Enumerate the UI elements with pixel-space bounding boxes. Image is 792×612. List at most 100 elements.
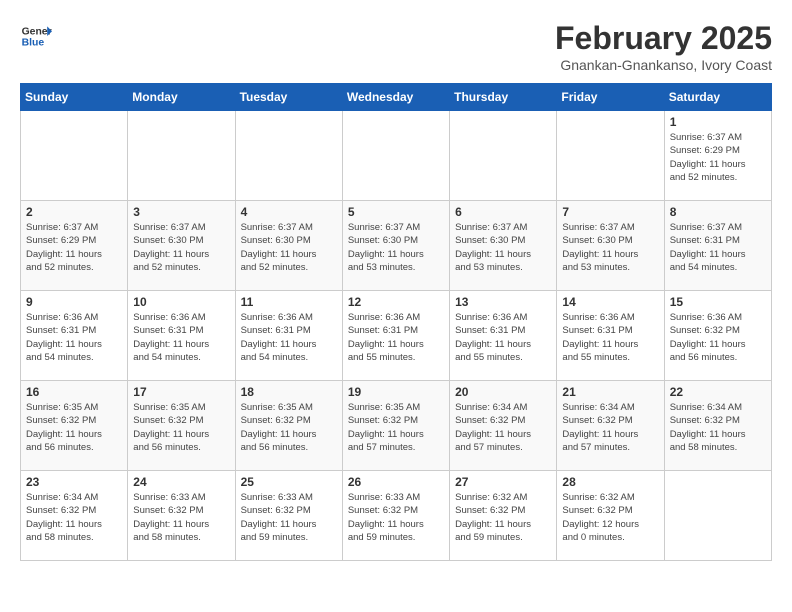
calendar-cell: 5 Sunrise: 6:37 AM Sunset: 6:30 PM Daylig… [342,201,449,291]
header-tuesday: Tuesday [235,84,342,111]
calendar-cell: 17 Sunrise: 6:35 AM Sunset: 6:32 PM Dayli… [128,381,235,471]
day-number: 4 [241,205,337,219]
header-wednesday: Wednesday [342,84,449,111]
day-info: Sunrise: 6:35 AM Sunset: 6:32 PM Dayligh… [241,401,337,454]
calendar-cell: 21 Sunrise: 6:34 AM Sunset: 6:32 PM Dayli… [557,381,664,471]
day-info: Sunrise: 6:36 AM Sunset: 6:32 PM Dayligh… [670,311,766,364]
calendar-cell: 13 Sunrise: 6:36 AM Sunset: 6:31 PM Dayli… [450,291,557,381]
calendar-cell: 10 Sunrise: 6:36 AM Sunset: 6:31 PM Dayli… [128,291,235,381]
day-info: Sunrise: 6:36 AM Sunset: 6:31 PM Dayligh… [241,311,337,364]
day-info: Sunrise: 6:32 AM Sunset: 6:32 PM Dayligh… [562,491,658,544]
calendar-cell: 2Sunrise: 6:37 AM Sunset: 6:29 PM Daylig… [21,201,128,291]
calendar-cell: 25 Sunrise: 6:33 AM Sunset: 6:32 PM Dayli… [235,471,342,561]
day-number: 10 [133,295,229,309]
day-number: 8 [670,205,766,219]
day-info: Sunrise: 6:37 AM Sunset: 6:30 PM Dayligh… [348,221,444,274]
day-info: Sunrise: 6:36 AM Sunset: 6:31 PM Dayligh… [562,311,658,364]
calendar-cell: 28Sunrise: 6:32 AM Sunset: 6:32 PM Dayli… [557,471,664,561]
day-number: 6 [455,205,551,219]
calendar-cell: 23 Sunrise: 6:34 AM Sunset: 6:32 PM Dayli… [21,471,128,561]
logo: General Blue [20,20,52,52]
day-number: 20 [455,385,551,399]
day-info: Sunrise: 6:34 AM Sunset: 6:32 PM Dayligh… [26,491,122,544]
day-number: 5 [348,205,444,219]
calendar-cell [21,111,128,201]
calendar-cell [450,111,557,201]
header-saturday: Saturday [664,84,771,111]
calendar-cell: 24 Sunrise: 6:33 AM Sunset: 6:32 PM Dayli… [128,471,235,561]
day-info: Sunrise: 6:37 AM Sunset: 6:30 PM Dayligh… [562,221,658,274]
day-info: Sunrise: 6:36 AM Sunset: 6:31 PM Dayligh… [26,311,122,364]
day-number: 16 [26,385,122,399]
calendar-cell: 16 Sunrise: 6:35 AM Sunset: 6:32 PM Dayli… [21,381,128,471]
month-title: February 2025 [555,20,772,57]
day-info: Sunrise: 6:34 AM Sunset: 6:32 PM Dayligh… [670,401,766,454]
calendar-cell: 1 Sunrise: 6:37 AM Sunset: 6:29 PM Daylig… [664,111,771,201]
location: Gnankan-Gnankanso, Ivory Coast [555,57,772,73]
calendar-cell [235,111,342,201]
calendar-cell: 14Sunrise: 6:36 AM Sunset: 6:31 PM Dayli… [557,291,664,381]
day-number: 21 [562,385,658,399]
day-number: 13 [455,295,551,309]
week-row-1: 2Sunrise: 6:37 AM Sunset: 6:29 PM Daylig… [21,201,772,291]
calendar-cell: 20 Sunrise: 6:34 AM Sunset: 6:32 PM Dayli… [450,381,557,471]
calendar-cell: 19Sunrise: 6:35 AM Sunset: 6:32 PM Dayli… [342,381,449,471]
day-number: 26 [348,475,444,489]
calendar-cell: 18 Sunrise: 6:35 AM Sunset: 6:32 PM Dayli… [235,381,342,471]
calendar-cell: 7Sunrise: 6:37 AM Sunset: 6:30 PM Daylig… [557,201,664,291]
day-info: Sunrise: 6:36 AM Sunset: 6:31 PM Dayligh… [133,311,229,364]
week-row-0: 1 Sunrise: 6:37 AM Sunset: 6:29 PM Daylig… [21,111,772,201]
day-info: Sunrise: 6:33 AM Sunset: 6:32 PM Dayligh… [241,491,337,544]
day-info: Sunrise: 6:35 AM Sunset: 6:32 PM Dayligh… [133,401,229,454]
header-sunday: Sunday [21,84,128,111]
header-thursday: Thursday [450,84,557,111]
calendar-cell: 22 Sunrise: 6:34 AM Sunset: 6:32 PM Dayli… [664,381,771,471]
day-number: 2 [26,205,122,219]
header-monday: Monday [128,84,235,111]
week-row-3: 16 Sunrise: 6:35 AM Sunset: 6:32 PM Dayli… [21,381,772,471]
calendar-cell: 27 Sunrise: 6:32 AM Sunset: 6:32 PM Dayli… [450,471,557,561]
day-info: Sunrise: 6:33 AM Sunset: 6:32 PM Dayligh… [133,491,229,544]
day-number: 12 [348,295,444,309]
day-info: Sunrise: 6:35 AM Sunset: 6:32 PM Dayligh… [26,401,122,454]
title-block: February 2025 Gnankan-Gnankanso, Ivory C… [555,20,772,73]
day-info: Sunrise: 6:37 AM Sunset: 6:31 PM Dayligh… [670,221,766,274]
calendar-cell [128,111,235,201]
day-info: Sunrise: 6:34 AM Sunset: 6:32 PM Dayligh… [562,401,658,454]
day-info: Sunrise: 6:37 AM Sunset: 6:30 PM Dayligh… [241,221,337,274]
calendar-cell [557,111,664,201]
calendar-header-row: Sunday Monday Tuesday Wednesday Thursday… [21,84,772,111]
logo-icon: General Blue [20,20,52,52]
day-number: 1 [670,115,766,129]
calendar-cell [342,111,449,201]
week-row-2: 9 Sunrise: 6:36 AM Sunset: 6:31 PM Daylig… [21,291,772,381]
calendar-cell: 15 Sunrise: 6:36 AM Sunset: 6:32 PM Dayli… [664,291,771,381]
day-number: 17 [133,385,229,399]
svg-text:Blue: Blue [22,38,45,49]
day-number: 9 [26,295,122,309]
calendar-cell: 4 Sunrise: 6:37 AM Sunset: 6:30 PM Daylig… [235,201,342,291]
day-info: Sunrise: 6:35 AM Sunset: 6:32 PM Dayligh… [348,401,444,454]
day-info: Sunrise: 6:37 AM Sunset: 6:30 PM Dayligh… [455,221,551,274]
calendar-cell: 8 Sunrise: 6:37 AM Sunset: 6:31 PM Daylig… [664,201,771,291]
week-row-4: 23 Sunrise: 6:34 AM Sunset: 6:32 PM Dayli… [21,471,772,561]
calendar-cell: 6 Sunrise: 6:37 AM Sunset: 6:30 PM Daylig… [450,201,557,291]
day-number: 23 [26,475,122,489]
page-header: General Blue February 2025 Gnankan-Gnank… [20,20,772,73]
day-number: 25 [241,475,337,489]
calendar-cell: 26Sunrise: 6:33 AM Sunset: 6:32 PM Dayli… [342,471,449,561]
day-info: Sunrise: 6:37 AM Sunset: 6:29 PM Dayligh… [670,131,766,184]
day-info: Sunrise: 6:37 AM Sunset: 6:30 PM Dayligh… [133,221,229,274]
day-number: 22 [670,385,766,399]
calendar-cell: 9 Sunrise: 6:36 AM Sunset: 6:31 PM Daylig… [21,291,128,381]
day-number: 24 [133,475,229,489]
header-friday: Friday [557,84,664,111]
day-number: 27 [455,475,551,489]
day-number: 3 [133,205,229,219]
calendar-cell [664,471,771,561]
day-number: 15 [670,295,766,309]
day-number: 18 [241,385,337,399]
day-info: Sunrise: 6:32 AM Sunset: 6:32 PM Dayligh… [455,491,551,544]
day-info: Sunrise: 6:34 AM Sunset: 6:32 PM Dayligh… [455,401,551,454]
day-info: Sunrise: 6:36 AM Sunset: 6:31 PM Dayligh… [455,311,551,364]
